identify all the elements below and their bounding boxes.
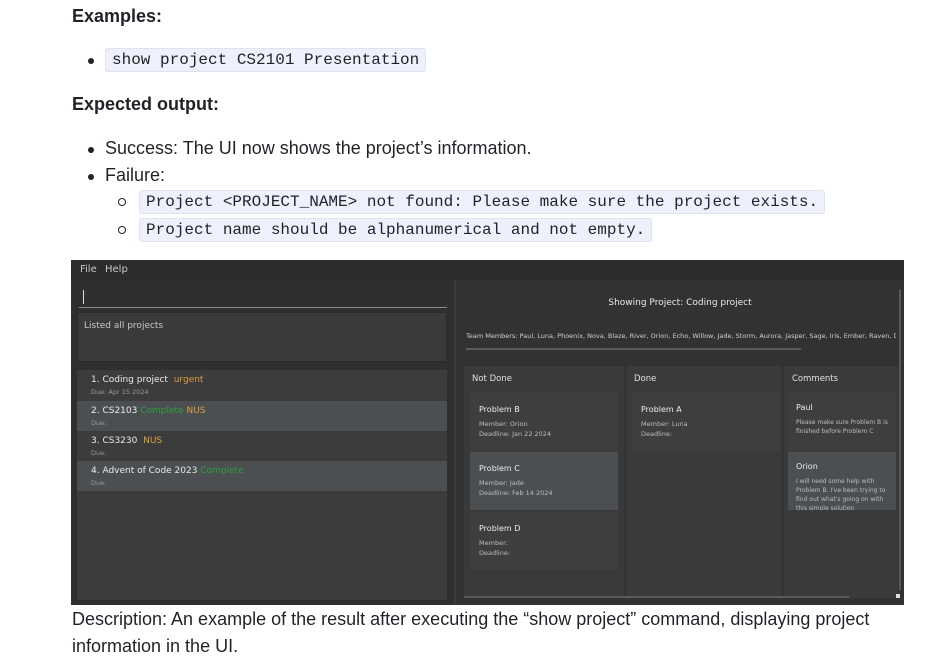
task-member: Member: bbox=[479, 539, 508, 547]
failure-message-invalid-name: Project name should be alphanumerical an… bbox=[139, 218, 653, 242]
project-list-item[interactable]: 1. Coding project urgent Due: Apr 15 202… bbox=[83, 370, 447, 400]
project-due: Due: bbox=[91, 419, 107, 427]
horizontal-scrollbar[interactable] bbox=[464, 596, 849, 598]
team-members-scrollbar[interactable] bbox=[466, 348, 801, 350]
examples-heading: Examples: bbox=[72, 6, 163, 26]
task-deadline: Deadline: Jan 22 2024 bbox=[479, 430, 552, 438]
bullet-icon bbox=[88, 58, 94, 64]
text-caret bbox=[83, 290, 84, 304]
failure-text: Failure: bbox=[105, 165, 166, 185]
task-title: Problem D bbox=[479, 524, 521, 533]
result-text: Listed all projects bbox=[84, 321, 164, 331]
column-comments: Comments Paul Please make sure Problem B… bbox=[784, 366, 898, 598]
task-card[interactable]: Problem D Member: Deadline: bbox=[470, 512, 618, 570]
expected-output-heading: Expected output: bbox=[72, 94, 219, 114]
task-title: Problem C bbox=[479, 464, 520, 473]
figure-description: Description: An example of the result af… bbox=[72, 609, 870, 656]
task-deadline: Deadline: bbox=[479, 549, 511, 557]
bullet-icon bbox=[88, 174, 94, 180]
column-done: Done Problem A Member: Luna Deadline: bbox=[626, 366, 782, 598]
task-title: Problem A bbox=[641, 405, 682, 414]
project-list-item[interactable]: 4. Advent of Code 2023 Complete Due: bbox=[77, 461, 447, 491]
failure-message-not-found: Project <PROJECT_NAME> not found: Please… bbox=[139, 190, 826, 214]
project-tag: Complete bbox=[140, 406, 184, 416]
column-not-done: Not Done Problem B Member: Orion Deadlin… bbox=[464, 366, 624, 598]
task-card[interactable]: Problem B Member: Orion Deadline: Jan 22… bbox=[470, 393, 618, 451]
sub-bullet-icon bbox=[118, 198, 126, 206]
task-member: Member: Jade bbox=[479, 479, 524, 487]
project-list-item[interactable]: 3. CS3230 NUS Due: bbox=[83, 431, 447, 461]
column-heading: Done bbox=[634, 374, 657, 384]
task-deadline: Deadline: Feb 14 2024 bbox=[479, 489, 553, 497]
project-list: 1. Coding project urgent Due: Apr 15 202… bbox=[77, 370, 447, 600]
comment-card[interactable]: Paul Please make sure Problem B is finis… bbox=[788, 393, 896, 451]
vertical-scrollbar[interactable] bbox=[899, 290, 901, 590]
result-display: Listed all projects bbox=[77, 312, 447, 362]
column-heading: Comments bbox=[792, 374, 839, 384]
task-title: Problem B bbox=[479, 405, 520, 414]
project-tag: NUS bbox=[143, 436, 163, 446]
menu-help[interactable]: Help bbox=[105, 264, 128, 275]
project-detail-panel: Showing Project: Coding project Team Mem… bbox=[456, 280, 904, 605]
task-card[interactable]: Problem C Member: Jade Deadline: Feb 14 … bbox=[470, 452, 618, 510]
bullet-icon bbox=[88, 147, 94, 153]
menu-bar: File Help bbox=[71, 260, 904, 280]
comment-author: Orion bbox=[796, 462, 818, 471]
comment-body: Please make sure Problem B is finished b… bbox=[796, 419, 888, 435]
example-command: show project CS2101 Presentation bbox=[105, 48, 427, 72]
showing-project-title: Showing Project: Coding project bbox=[608, 298, 752, 308]
command-input[interactable] bbox=[79, 286, 447, 308]
project-tag: urgent bbox=[173, 375, 204, 385]
comment-body: I will need some help with Problem B. I'… bbox=[796, 478, 886, 510]
project-due: Due: bbox=[91, 479, 107, 487]
project-name: 1. Coding project bbox=[91, 375, 168, 385]
project-due: Due: bbox=[91, 449, 107, 457]
project-name: 3. CS3230 bbox=[91, 436, 138, 446]
project-list-item[interactable]: 2. CS2103 Complete NUS Due: bbox=[77, 401, 447, 431]
comment-author: Paul bbox=[796, 403, 813, 412]
comment-card[interactable]: Orion I will need some help with Problem… bbox=[788, 452, 896, 510]
task-deadline: Deadline: bbox=[641, 430, 673, 438]
task-member: Member: Orion bbox=[479, 420, 528, 428]
project-tag: Complete bbox=[200, 466, 244, 476]
scroll-corner bbox=[896, 594, 900, 598]
project-name: 2. CS2103 bbox=[91, 406, 138, 416]
sub-bullet-icon bbox=[118, 226, 126, 234]
app-screenshot: File Help Listed all projects 1. Coding … bbox=[71, 260, 904, 605]
project-tag: NUS bbox=[186, 406, 206, 416]
menu-file[interactable]: File bbox=[80, 264, 97, 275]
project-due: Due: Apr 15 2024 bbox=[91, 388, 149, 396]
column-heading: Not Done bbox=[472, 374, 512, 384]
task-card[interactable]: Problem A Member: Luna Deadline: bbox=[632, 393, 780, 451]
success-text: Success: The UI now shows the project’s … bbox=[105, 138, 532, 158]
project-name: 4. Advent of Code 2023 bbox=[91, 466, 198, 476]
left-panel: Listed all projects 1. Coding project ur… bbox=[71, 280, 454, 605]
task-member: Member: Luna bbox=[641, 420, 688, 428]
